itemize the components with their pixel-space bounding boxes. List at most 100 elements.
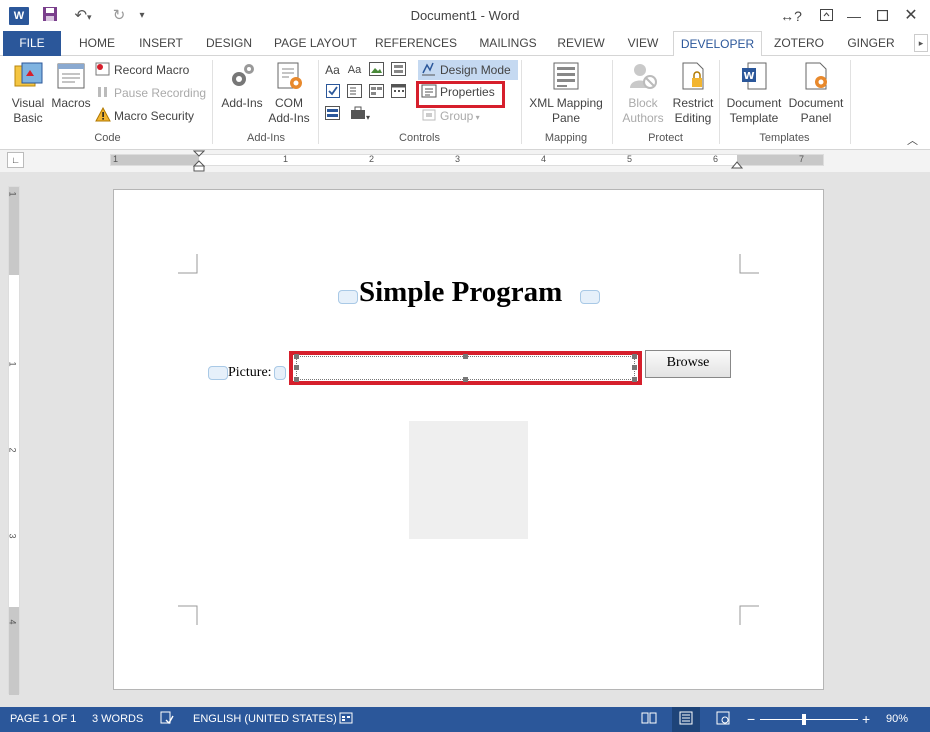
tab-home[interactable]: HOME <box>68 31 126 56</box>
resize-handle[interactable] <box>294 354 299 359</box>
visual-basic-button[interactable]: Visual Basic <box>6 60 50 126</box>
zoom-level[interactable]: 90% <box>886 707 908 732</box>
help-icon[interactable]: ↔? <box>776 4 806 28</box>
resize-handle[interactable] <box>294 377 299 382</box>
com-addins-button[interactable]: COM Add-Ins <box>266 60 312 126</box>
legacy-tools-icon[interactable]: ▾ <box>346 106 374 123</box>
record-macro-icon <box>95 61 111 77</box>
zoom-in-button[interactable]: + <box>862 707 870 732</box>
ruler-right-margin <box>737 155 823 165</box>
resize-handle[interactable] <box>632 354 637 359</box>
read-mode-icon[interactable] <box>641 707 657 732</box>
tab-developer[interactable]: DEVELOPER <box>673 31 762 57</box>
plain-text-content-control-icon[interactable]: Aa <box>346 62 363 79</box>
pause-recording-label: Pause Recording <box>114 86 207 100</box>
date-picker-control-icon[interactable] <box>390 84 407 101</box>
heading-content-control-end[interactable] <box>580 290 600 304</box>
ruler-number: 4 <box>541 154 547 164</box>
customize-qat-icon[interactable]: ▾ <box>134 6 150 26</box>
macros-button[interactable]: Macros <box>50 60 92 111</box>
picture-placeholder[interactable] <box>409 421 528 539</box>
ribbon-display-options-icon[interactable] <box>812 4 840 28</box>
word-count-status[interactable]: 3 WORDS <box>92 707 143 732</box>
document-page[interactable]: Simple Program Picture: Browse <box>113 189 824 690</box>
xml-mapping-pane-button[interactable]: XML Mapping Pane <box>524 60 608 126</box>
tab-mailings[interactable]: MAILINGS <box>468 31 548 56</box>
tab-ginger[interactable]: GINGER <box>838 31 904 56</box>
save-icon[interactable] <box>40 6 60 26</box>
close-icon[interactable]: ✕ <box>897 4 925 28</box>
visual-basic-label: Visual Basic <box>11 96 45 125</box>
vertical-ruler[interactable]: 1 1 2 3 4 <box>7 186 20 695</box>
addins-button[interactable]: Add-Ins <box>218 60 266 111</box>
dropdown-list-control-icon[interactable] <box>368 84 385 101</box>
design-mode-label: Design Mode <box>440 63 511 77</box>
tab-scroll-right-icon[interactable]: ▸ <box>914 34 928 52</box>
document-template-button[interactable]: W Document Template <box>723 60 785 126</box>
proofing-icon[interactable] <box>160 707 174 732</box>
macro-security-button[interactable]: Macro Security <box>95 106 194 126</box>
tab-stop-selector[interactable]: ∟ <box>7 152 24 168</box>
picture-label-control-start[interactable] <box>208 366 228 380</box>
print-layout-icon[interactable] <box>672 707 700 732</box>
resize-handle[interactable] <box>632 377 637 382</box>
maximize-icon[interactable] <box>868 4 896 28</box>
browse-button[interactable]: Browse <box>645 350 731 378</box>
heading-content-control-start[interactable] <box>338 290 358 304</box>
web-layout-icon[interactable] <box>716 707 730 732</box>
picture-content-control-icon[interactable] <box>368 62 385 79</box>
zoom-slider-thumb[interactable] <box>802 714 806 725</box>
ruler-number: 1 <box>113 154 119 164</box>
collapse-ribbon-icon[interactable]: ︿ <box>907 132 918 148</box>
group-button[interactable]: Group ▾ <box>421 106 480 126</box>
combo-box-control-icon[interactable] <box>346 84 363 101</box>
group-label-addins: Add-Ins <box>247 132 285 144</box>
block-authors-button[interactable]: Block Authors <box>616 60 670 126</box>
ruler-left-margin <box>111 155 199 165</box>
document-heading[interactable]: Simple Program <box>359 276 562 309</box>
tab-zotero[interactable]: ZOTERO <box>768 31 830 56</box>
tab-insert[interactable]: INSERT <box>132 31 190 56</box>
tab-references[interactable]: REFERENCES <box>372 31 460 56</box>
document-panel-button[interactable]: Document Panel <box>785 60 847 126</box>
record-macro-button[interactable]: Record Macro <box>95 60 189 80</box>
picture-path-text-field[interactable] <box>294 354 637 382</box>
tab-file[interactable]: FILE <box>3 31 61 56</box>
undo-icon[interactable]: ↶▾ <box>68 6 98 26</box>
document-workspace: 1 1 2 3 4 Simple Program Picture: Browse <box>0 172 930 707</box>
indent-markers-icon[interactable] <box>193 150 205 172</box>
block-authors-label: Block Authors <box>622 96 664 125</box>
minimize-icon[interactable]: — <box>840 4 868 28</box>
macro-recording-icon[interactable] <box>339 707 353 732</box>
right-indent-marker-icon[interactable] <box>731 158 743 170</box>
pause-recording-button[interactable]: Pause Recording <box>95 83 206 103</box>
document-panel-icon <box>800 60 832 92</box>
restrict-editing-icon <box>677 60 709 92</box>
page-count-status[interactable]: PAGE 1 OF 1 <box>10 707 76 732</box>
tab-view[interactable]: VIEW <box>617 31 669 56</box>
resize-handle[interactable] <box>463 377 468 382</box>
restrict-editing-button[interactable]: Restrict Editing <box>669 60 717 126</box>
design-mode-button[interactable]: Design Mode <box>418 60 518 80</box>
language-status[interactable]: ENGLISH (UNITED STATES) <box>193 707 337 732</box>
resize-handle[interactable] <box>294 365 299 370</box>
zoom-out-button[interactable]: − <box>747 707 755 732</box>
word-logo-icon[interactable]: W <box>9 7 29 25</box>
resize-handle[interactable] <box>463 354 468 359</box>
checkbox-control-icon[interactable] <box>324 84 341 101</box>
picture-label-control-end[interactable] <box>274 366 286 380</box>
tab-design[interactable]: DESIGN <box>199 31 259 56</box>
zoom-slider[interactable] <box>760 714 858 725</box>
vruler-number: 1 <box>7 361 18 367</box>
horizontal-ruler[interactable]: 1 1 2 3 4 5 6 7 <box>110 154 824 166</box>
building-block-control-icon[interactable] <box>390 62 407 79</box>
repeating-section-control-icon[interactable] <box>324 106 341 123</box>
rich-text-content-control-icon[interactable]: Aa <box>324 62 341 79</box>
resize-handle[interactable] <box>632 365 637 370</box>
group-label-code: Code <box>94 132 121 144</box>
group-label-protect: Protect <box>648 132 683 144</box>
tab-review[interactable]: REVIEW <box>553 31 609 56</box>
vruler-number: 3 <box>7 533 18 539</box>
redo-icon[interactable]: ↻ <box>108 6 130 26</box>
tab-page-layout[interactable]: PAGE LAYOUT <box>268 31 363 56</box>
